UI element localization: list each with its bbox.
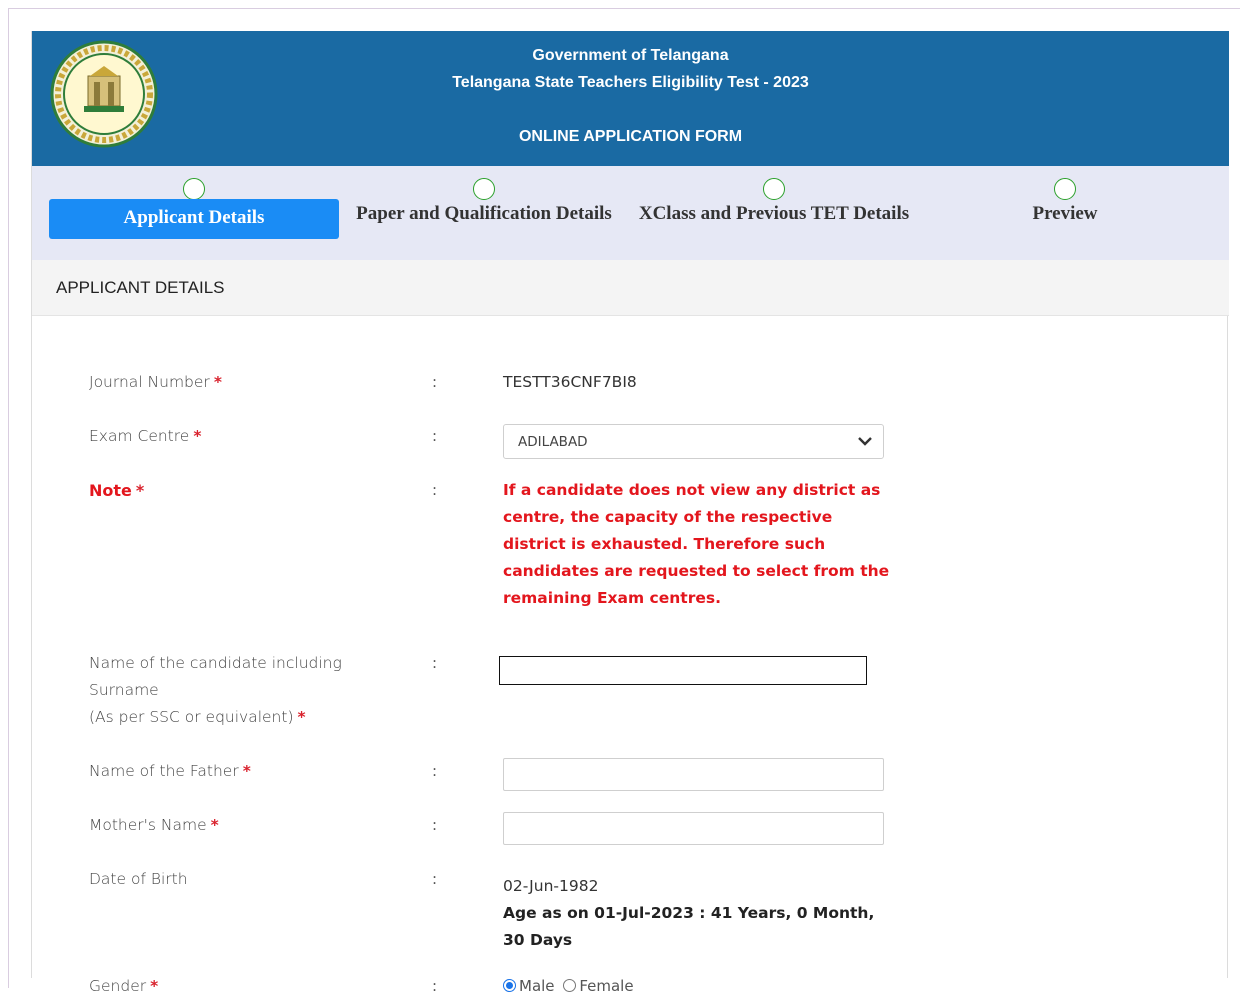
step-circle-icon <box>473 178 495 200</box>
colon: : <box>432 816 438 834</box>
colon: : <box>432 977 438 995</box>
colon: : <box>432 427 438 445</box>
step-paper-qualification[interactable]: Paper and Qualification Details <box>339 166 629 260</box>
journal-number-label: Journal Number * <box>89 373 222 391</box>
exam-centre-select[interactable]: ADILABAD <box>503 424 884 459</box>
note-text: If a candidate does not view any distric… <box>503 481 890 607</box>
age-line-2: 30 Days <box>503 931 573 949</box>
colon: : <box>432 373 438 391</box>
journal-number-value: TESTT36CNF7BI8 <box>503 373 637 391</box>
header-line-form-title: ONLINE APPLICATION FORM <box>518 128 743 145</box>
gender-female-radio[interactable] <box>563 979 577 992</box>
candidate-name-label: Name of the candidate including Surname … <box>89 654 342 726</box>
gender-male-label: Male <box>519 977 555 995</box>
exam-centre-label: Exam Centre * <box>89 427 202 445</box>
gender-options: Male Female <box>503 973 634 1000</box>
section-title: APPLICANT DETAILS <box>32 260 1229 316</box>
gender-label: Gender * <box>89 977 159 995</box>
step-label: Preview <box>1032 203 1098 224</box>
exam-centre-selected-value: ADILABAD <box>518 434 588 450</box>
father-name-label: Name of the Father * <box>89 762 251 780</box>
note-label: Note * <box>89 481 145 500</box>
step-xclass-previous-tet[interactable]: XClass and Previous TET Details <box>629 166 919 260</box>
mother-name-input[interactable] <box>503 812 884 845</box>
colon: : <box>432 481 438 499</box>
gender-male-radio[interactable] <box>503 979 516 992</box>
step-label: XClass and Previous TET Details <box>638 203 910 224</box>
colon: : <box>432 870 438 888</box>
header-banner: Government of Telangana Telangana State … <box>32 31 1229 166</box>
header-line-exam-title: Telangana State Teachers Eligibility Tes… <box>452 74 809 91</box>
gender-female-label: Female <box>579 977 634 995</box>
application-form-container: Government of Telangana Telangana State … <box>31 31 1229 995</box>
age-line-1: Age as on 01-Jul-2023 : 41 Years, 0 Mont… <box>503 904 875 922</box>
step-label: Applicant Details <box>49 199 339 239</box>
step-circle-icon <box>763 178 785 200</box>
chevron-down-icon <box>858 437 872 446</box>
step-preview[interactable]: Preview <box>920 166 1210 260</box>
header-line-government: Government of Telangana <box>532 47 729 64</box>
step-navigation: Applicant Details Paper and Qualificatio… <box>32 166 1229 260</box>
step-label: Paper and Qualification Details <box>356 203 612 224</box>
dob-label: Date of Birth <box>89 870 188 888</box>
step-circle-icon <box>183 178 205 200</box>
father-name-input[interactable] <box>503 758 884 791</box>
colon: : <box>432 654 438 672</box>
colon: : <box>432 762 438 780</box>
candidate-name-input[interactable] <box>499 656 867 685</box>
step-applicant-details[interactable]: Applicant Details <box>49 166 339 260</box>
step-circle-icon <box>1054 178 1076 200</box>
dob-value: 02-Jun-1982 <box>503 877 599 895</box>
mother-name-label: Mother's Name * <box>89 816 219 834</box>
